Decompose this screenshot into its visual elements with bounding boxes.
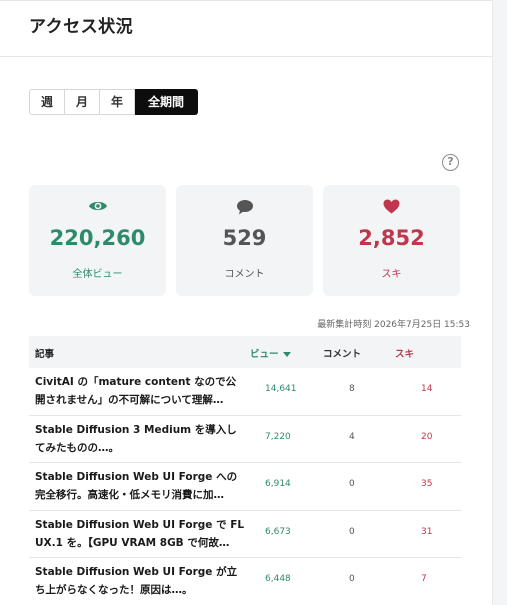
- sort-desc-icon: [282, 352, 291, 357]
- row-likes: 31: [421, 526, 433, 537]
- access-status-page: アクセス状況 週 月 年 全期間 ? 220,260 全体ビュー 529 コメン…: [0, 0, 507, 605]
- table-row[interactable]: Stable Diffusion Web UI Forge への完全移行。高速化…: [29, 463, 461, 511]
- last-updated-timestamp: 最新集計時刻 2026年7月25日 15:53: [317, 320, 470, 330]
- row-comments: 4: [349, 431, 355, 442]
- tab-month[interactable]: 月: [65, 89, 101, 115]
- table-row[interactable]: CivitAI の「mature content なので公開されません」の不可解…: [29, 368, 461, 416]
- header-views-label: ビュー: [250, 349, 279, 360]
- row-views: 14,641: [265, 384, 297, 394]
- article-title-link[interactable]: Stable Diffusion Web UI Forge への完全移行。高速化…: [35, 468, 245, 504]
- heart-icon: [323, 199, 460, 217]
- comments-value: 529: [222, 226, 267, 250]
- period-tabs: 週 月 年 全期間: [29, 89, 199, 115]
- views-stat-card: 220,260 全体ビュー: [29, 185, 166, 296]
- row-comments: 0: [349, 526, 355, 537]
- row-views: 6,673: [265, 526, 291, 537]
- header-likes[interactable]: スキ: [395, 346, 414, 360]
- article-title-link[interactable]: Stable Diffusion 3 Medium を導入してみたものの…。: [35, 421, 245, 457]
- row-views: 7,220: [265, 431, 291, 442]
- article-title-link[interactable]: Stable Diffusion Web UI Forge で FLUX.1 を…: [35, 516, 245, 552]
- article-title-link[interactable]: Stable Diffusion Web UI Forge が立ち上がらなくなっ…: [35, 563, 245, 599]
- tab-year[interactable]: 年: [100, 89, 136, 115]
- speech-bubble-icon: [176, 199, 313, 217]
- views-value: 220,260: [49, 226, 146, 250]
- likes-label: スキ: [381, 269, 402, 280]
- table-header: 記事 ビュー コメント スキ: [29, 336, 461, 368]
- row-views: 6,448: [265, 574, 291, 584]
- table-row[interactable]: Stable Diffusion Web UI Forge が立ち上がらなくなっ…: [29, 558, 461, 605]
- row-likes: 14: [421, 384, 433, 394]
- article-stats-table: 記事 ビュー コメント スキ CivitAI の「mature content …: [29, 336, 461, 605]
- likes-stat-card: 2,852 スキ: [323, 185, 460, 296]
- help-icon[interactable]: ?: [442, 154, 459, 171]
- views-label: 全体ビュー: [72, 269, 123, 280]
- tab-all-time[interactable]: 全期間: [135, 89, 199, 115]
- row-comments: 0: [349, 574, 355, 584]
- tab-week[interactable]: 週: [29, 89, 66, 115]
- article-title-link[interactable]: CivitAI の「mature content なので公開されません」の不可解…: [35, 373, 245, 409]
- page-title: アクセス状況: [29, 17, 134, 37]
- row-comments: 8: [349, 384, 355, 394]
- row-comments: 0: [349, 479, 355, 489]
- comments-stat-card: 529 コメント: [176, 185, 313, 296]
- row-views: 6,914: [265, 479, 291, 489]
- table-row[interactable]: Stable Diffusion Web UI Forge で FLUX.1 を…: [29, 511, 461, 558]
- likes-value: 2,852: [358, 226, 425, 250]
- row-likes: 35: [421, 479, 433, 489]
- table-row[interactable]: Stable Diffusion 3 Medium を導入してみたものの…。 7…: [29, 416, 461, 463]
- scrollbar-gutter[interactable]: [492, 0, 507, 605]
- title-divider: [0, 56, 492, 57]
- row-likes: 20: [421, 431, 433, 442]
- comments-label: コメント: [224, 269, 265, 280]
- header-views-sort[interactable]: ビュー: [250, 346, 291, 360]
- header-comments[interactable]: コメント: [323, 346, 361, 360]
- top-border: [0, 0, 492, 1]
- row-likes: 7: [421, 574, 427, 584]
- header-article: 記事: [35, 349, 55, 360]
- eye-icon: [29, 199, 166, 217]
